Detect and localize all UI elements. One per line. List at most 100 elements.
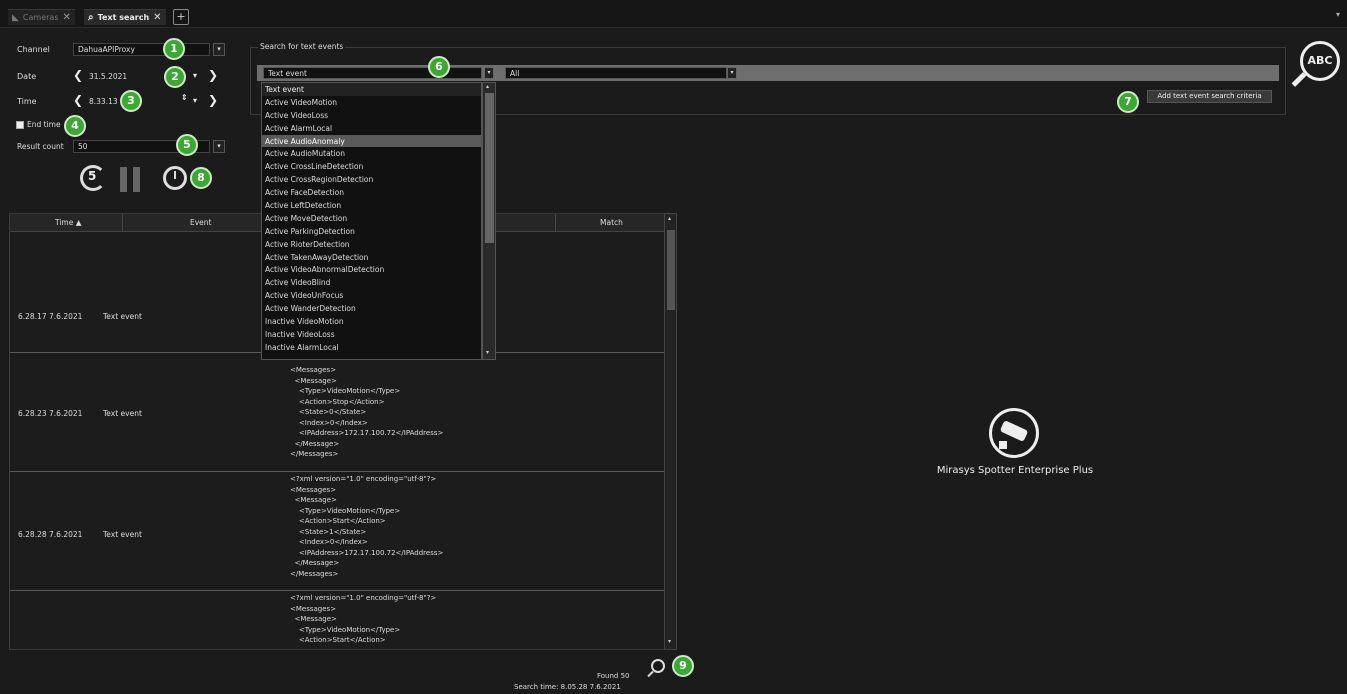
row-event: Text event [103, 409, 142, 418]
replay-5-seconds-icon[interactable]: 5 [80, 165, 106, 191]
dropdown-option[interactable]: Active WanderDetection [262, 302, 481, 315]
next-time-arrow-icon[interactable]: ❯ [208, 94, 218, 106]
table-row[interactable]: <?xml version="1.0" encoding="utf-8"?> <… [10, 591, 665, 649]
plus-icon: + [176, 10, 186, 23]
dropdown-option[interactable]: Active VideoUnFocus [262, 289, 481, 302]
dropdown-option[interactable]: Active VideoAbnormalDetection [262, 263, 481, 276]
dropdown-option[interactable]: Active ParkingDetection [262, 225, 481, 238]
next-date-arrow-icon[interactable]: ❯ [208, 69, 218, 81]
dropdown-option[interactable]: Active AudioMutation [262, 147, 481, 160]
date-label: Date [17, 72, 37, 81]
prev-time-arrow-icon[interactable]: ❮ [73, 94, 83, 106]
callout-badge-9: 9 [672, 655, 694, 677]
channel-dropdown-button[interactable]: ▾ [213, 43, 225, 56]
event-type-dropdown-button[interactable]: ▾ [484, 67, 494, 79]
time-value[interactable]: 8.33.13 [89, 97, 118, 106]
scroll-up-icon[interactable]: ▴ [486, 83, 489, 90]
table-scrollbar-thumb[interactable] [667, 230, 675, 310]
dropdown-option[interactable]: Active TakenAwayDetection [262, 251, 481, 264]
end-time-label: End time [27, 120, 61, 129]
column-divider [122, 214, 123, 232]
pause-icon[interactable] [133, 167, 140, 192]
criteria-value-select[interactable]: All [505, 67, 727, 79]
scroll-down-icon[interactable]: ▾ [486, 349, 489, 356]
video-pane-product-name: Mirasys Spotter Enterprise Plus [936, 465, 1094, 476]
close-icon[interactable]: ✕ [62, 12, 70, 23]
dropdown-option[interactable]: Active LeftDetection [262, 199, 481, 212]
camera-body [999, 420, 1029, 442]
tab-text-search-label: Text search [97, 13, 150, 22]
scroll-down-icon[interactable]: ▾ [668, 638, 671, 645]
criteria-value-dropdown-button[interactable]: ▾ [727, 67, 737, 79]
timer-icon[interactable] [163, 166, 187, 190]
row-event: Text event [103, 312, 142, 321]
text-search-window: ◣ Cameras ✕ ⌕ Text search ✕ + ▾ Channel … [0, 0, 1347, 694]
row-time: 6.28.28 7.6.2021 [18, 530, 83, 539]
channel-label: Channel [17, 45, 50, 54]
column-header-time[interactable]: Time ▲ [55, 218, 82, 227]
dropdown-option[interactable]: Active VideoMotion [262, 96, 481, 109]
security-camera-icon [989, 408, 1039, 458]
camera-mount [999, 441, 1007, 449]
tab-text-search[interactable]: ⌕ Text search ✕ [84, 9, 166, 25]
table-scrollbar[interactable]: ▴ ▾ [664, 213, 677, 650]
table-row[interactable]: 6.28.23 7.6.2021 Text event <Messages> <… [10, 353, 665, 472]
timer-hand [174, 171, 176, 179]
row-time: 6.28.17 7.6.2021 [18, 312, 83, 321]
callout-badge-5: 5 [176, 134, 198, 156]
dropdown-option[interactable]: Active AudioAnomaly [262, 134, 481, 148]
dropdown-scrollbar-thumb[interactable] [485, 93, 494, 243]
tab-cameras-label: Cameras [22, 13, 59, 22]
dropdown-option[interactable]: Active FaceDetection [262, 186, 481, 199]
scroll-up-icon[interactable]: ▴ [668, 215, 671, 222]
replay-seconds-label: 5 [88, 169, 97, 183]
end-time-checkbox[interactable] [16, 121, 24, 129]
callout-badge-1: 1 [163, 38, 185, 60]
dropdown-option[interactable]: Inactive AlarmLocal [262, 341, 481, 354]
prev-date-arrow-icon[interactable]: ❮ [73, 69, 83, 81]
abc-search-icon-handle [1291, 72, 1307, 87]
column-header-match[interactable]: Match [600, 218, 623, 227]
channel-select[interactable]: DahuaAPIProxy [73, 43, 210, 56]
chevron-down-icon[interactable]: ▾ [1336, 10, 1340, 19]
row-xml-match: <Messages> <Message> <Type>VideoMotion</… [290, 366, 444, 458]
dropdown-option[interactable]: Active CrossRegionDetection [262, 173, 481, 186]
time-spinner-icon[interactable]: ⇕ [181, 92, 188, 104]
dropdown-option[interactable]: Active VideoBlind [262, 276, 481, 289]
add-criteria-button[interactable]: Add text event search criteria [1147, 90, 1272, 103]
tab-cameras[interactable]: ◣ Cameras ✕ [8, 9, 75, 25]
row-xml-match: <?xml version="1.0" encoding="utf-8"?> <… [290, 594, 437, 644]
dropdown-option[interactable]: Inactive VideoLoss [262, 328, 481, 341]
event-type-dropdown-list[interactable]: Text event Active VideoMotion Active Video… [261, 82, 482, 360]
tab-bar: ◣ Cameras ✕ ⌕ Text search ✕ + ▾ [0, 0, 1347, 28]
results-found-count: Found 50 [597, 672, 630, 680]
dropdown-scrollbar[interactable]: ▴ ▾ [482, 82, 496, 360]
dropdown-option[interactable]: Active MoveDetection [262, 212, 481, 225]
time-dropdown-icon[interactable]: ▾ [193, 95, 197, 107]
result-count-label: Result count [17, 142, 64, 151]
callout-badge-4: 4 [64, 115, 86, 137]
callout-badge-6: 6 [428, 56, 450, 78]
table-row[interactable]: 6.28.28 7.6.2021 Text event <?xml versio… [10, 472, 665, 591]
row-event: Text event [103, 530, 142, 539]
callout-badge-7: 7 [1117, 91, 1139, 113]
close-icon[interactable]: ✕ [153, 12, 161, 23]
dropdown-option[interactable]: Active AlarmLocal [262, 122, 481, 135]
time-label: Time [17, 97, 37, 106]
dropdown-option[interactable]: Text event [262, 83, 481, 96]
camera-icon: ◣ [12, 12, 19, 23]
search-results-icon-handle [647, 670, 654, 678]
add-tab-button[interactable]: + [173, 9, 189, 25]
dropdown-option[interactable]: Inactive VideoMotion [262, 315, 481, 328]
abc-search-icon-label: ABC [1307, 54, 1333, 67]
column-header-event[interactable]: Event [190, 218, 212, 227]
column-divider [555, 214, 556, 232]
search-time: Search time: 8.05.28 7.6.2021 [514, 683, 621, 691]
result-count-dropdown-button[interactable]: ▾ [213, 140, 225, 153]
date-value[interactable]: 31.5.2021 [89, 72, 127, 81]
dropdown-option[interactable]: Active CrossLineDetection [262, 160, 481, 173]
dropdown-option[interactable]: Active RioterDetection [262, 238, 481, 251]
calendar-dropdown-icon[interactable]: ▾ [193, 70, 197, 82]
callout-badge-2: 2 [164, 66, 186, 88]
dropdown-option[interactable]: Active VideoLoss [262, 109, 481, 122]
